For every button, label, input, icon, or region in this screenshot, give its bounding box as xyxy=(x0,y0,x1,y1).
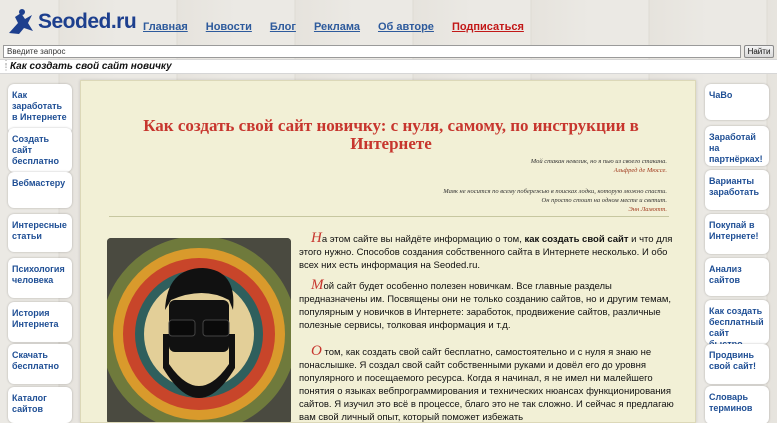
drop-cap-1: Н xyxy=(311,230,322,246)
logo-text: Seoded.ru xyxy=(38,10,137,33)
nav-ads[interactable]: Реклама xyxy=(314,21,360,33)
nav-news[interactable]: Новости xyxy=(206,21,252,33)
nav-home[interactable]: Главная xyxy=(143,21,188,33)
p2-text: ой сайт будет особенно полезен новичкам.… xyxy=(299,281,672,331)
logo-figure-icon xyxy=(6,7,36,37)
breadcrumb: ⋮ ⋮ Как создать свой сайт новичку xyxy=(0,59,777,74)
right-menu-earn-options[interactable]: Варианты заработать xyxy=(705,170,769,210)
left-menu-create-site[interactable]: Создать сайт бесплатно xyxy=(8,128,72,172)
epigraph-1: Мой стакан невелик, но я пью из своего с… xyxy=(531,157,667,175)
right-menu-glossary[interactable]: Словарь терминов xyxy=(705,386,769,423)
divider xyxy=(109,216,669,217)
right-menu-shop[interactable]: Покупай в Интернете! xyxy=(705,214,769,254)
search-input[interactable]: Введите запрос xyxy=(3,45,741,58)
right-menu-partners[interactable]: Заработай на партнёрках! xyxy=(705,126,769,166)
nav-about[interactable]: Об авторе xyxy=(378,21,434,33)
left-menu-catalog[interactable]: Каталог сайтов xyxy=(8,387,72,423)
main-nav: Главная Новости Блог Реклама Об авторе П… xyxy=(143,21,542,33)
epigraph-2-line2: Он просто стоит на одном месте и светит. xyxy=(541,197,667,204)
p1-bold: как создать свой сайт xyxy=(524,234,629,245)
left-menu-articles[interactable]: Интересные статьи xyxy=(8,214,72,252)
nav-blog[interactable]: Блог xyxy=(270,21,296,33)
nav-subscribe[interactable]: Подписаться xyxy=(452,21,524,33)
breadcrumb-title: Как создать свой сайт новичку xyxy=(10,61,172,72)
right-menu-analysis[interactable]: Анализ сайтов xyxy=(705,258,769,296)
left-menu-webmaster[interactable]: Вебмастеру xyxy=(8,172,72,208)
right-menu-quick-site[interactable]: Как создать бесплатный сайт быстро xyxy=(705,300,769,349)
top-bar: Seoded.ru Главная Новости Блог Реклама О… xyxy=(0,0,777,44)
right-menu-promote[interactable]: Продвинь свой сайт! xyxy=(705,344,769,384)
drop-cap-2: М xyxy=(311,277,324,293)
epigraph-2: Маяк не носится по всему побережью в пои… xyxy=(443,187,667,214)
intro-paragraph-3: О том, как создать свой сайт бесплатно, … xyxy=(299,343,679,423)
epigraph-1-author: Альфред де Мюссе. xyxy=(613,167,667,174)
intro-paragraph-2: Мой сайт будет особенно полезен новичкам… xyxy=(299,277,679,332)
epigraph-2-line1: Маяк не носится по всему побережью в пои… xyxy=(443,188,667,195)
left-menu-psychology[interactable]: Психология человека xyxy=(8,258,72,298)
search-button[interactable]: Найти xyxy=(744,45,774,58)
left-menu-earn[interactable]: Как заработать в Интернете xyxy=(8,84,72,134)
grip-icon: ⋮ ⋮ xyxy=(2,59,10,72)
site-logo[interactable]: Seoded.ru xyxy=(6,6,137,38)
left-menu-download[interactable]: Скачать бесплатно xyxy=(8,344,72,384)
right-menu-faq[interactable]: ЧаВо xyxy=(705,84,769,120)
p3-text: том, как создать свой сайт бесплатно, са… xyxy=(299,347,674,423)
epigraph-1-text: Мой стакан невелик, но я пью из своего с… xyxy=(530,158,667,165)
left-menu-history[interactable]: История Интернета xyxy=(8,302,72,342)
main-content: Как создать свой сайт новичку: с нуля, с… xyxy=(80,80,696,423)
page-title: Как создать свой сайт новичку: с нуля, с… xyxy=(143,116,639,153)
p1-text-a: а этом сайте вы найдёте информацию о том… xyxy=(321,234,525,245)
intro-paragraph-1: На этом сайте вы найдёте информацию о то… xyxy=(299,230,679,272)
bearded-man-illustration xyxy=(107,238,291,422)
epigraph-2-author: Энн Ламотт. xyxy=(628,206,667,213)
search-bar: Введите запрос Найти xyxy=(0,44,777,58)
drop-cap-3: О xyxy=(311,343,322,359)
